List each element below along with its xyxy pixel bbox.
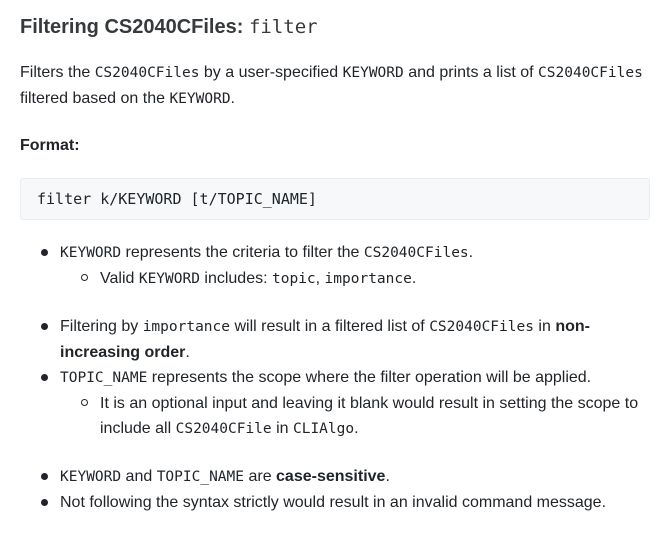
desc-text: and prints a list of <box>403 64 539 81</box>
sub-list-item: Valid KEYWORD includes: topic, importanc… <box>81 266 650 292</box>
item-text: Not following the syntax strictly would … <box>60 494 607 511</box>
item-text: will result in a filtered list of <box>230 318 430 335</box>
sub-list: It is an optional input and leaving it b… <box>60 391 650 442</box>
desc-code: CS2040CFiles <box>94 65 200 81</box>
desc-text: filtered based on the <box>20 90 170 107</box>
inline-code: CS2040CFile <box>175 421 272 437</box>
item-text: . <box>385 468 390 485</box>
section-heading: Filtering CS2040CFiles: filter <box>20 0 650 40</box>
list-item: Filtering by importance will result in a… <box>41 314 650 365</box>
inline-code: CLIAlgo <box>292 421 355 437</box>
bold-text: case-sensitive <box>276 468 386 485</box>
list-item: KEYWORD represents the criteria to filte… <box>41 240 650 292</box>
format-code-block: filter k/KEYWORD [t/TOPIC_NAME] <box>20 178 650 220</box>
item-text: . <box>411 270 417 287</box>
inline-code: topic <box>272 271 316 287</box>
inline-code: KEYWORD <box>138 271 200 287</box>
inline-code: TOPIC_NAME <box>60 370 148 386</box>
desc-code: CS2040CFiles <box>538 65 643 81</box>
inline-code: TOPIC_NAME <box>156 469 245 485</box>
item-text: are <box>244 468 277 485</box>
desc-text: by a user-specified <box>199 64 343 81</box>
inline-code: KEYWORD <box>60 245 122 261</box>
item-text: in <box>271 420 293 437</box>
format-code: filter k/KEYWORD [t/TOPIC_NAME] <box>37 190 317 208</box>
heading-text: Filtering CS2040CFiles: <box>20 16 249 38</box>
item-text: . <box>354 420 359 437</box>
item-text: and <box>121 468 157 485</box>
item-text: represents the criteria to filter the <box>121 244 364 261</box>
desc-text: Filters the <box>20 64 95 81</box>
document-page: Filtering CS2040CFiles: filter Filters t… <box>0 0 670 515</box>
inline-code: KEYWORD <box>60 469 122 485</box>
item-text: , <box>315 270 325 287</box>
description-paragraph: Filters the CS2040CFiles by a user-speci… <box>20 60 650 112</box>
item-text: includes: <box>199 270 272 287</box>
desc-text: . <box>230 90 235 107</box>
item-text: . <box>468 244 474 261</box>
inline-code: importance <box>142 319 231 335</box>
notes-list: KEYWORD represents the criteria to filte… <box>20 240 650 515</box>
sub-list-item: It is an optional input and leaving it b… <box>81 391 650 442</box>
heading-command: filter <box>248 16 318 38</box>
inline-code: CS2040CFiles <box>363 245 469 261</box>
desc-code: KEYWORD <box>169 91 231 107</box>
format-heading: Format: <box>20 137 80 154</box>
item-text: Filtering by <box>60 318 143 335</box>
inline-code: CS2040CFiles <box>429 319 534 335</box>
item-text: Valid <box>100 270 139 287</box>
sub-list: Valid KEYWORD includes: topic, importanc… <box>60 266 650 292</box>
item-text: . <box>185 344 190 361</box>
list-item: TOPIC_NAME represents the scope where th… <box>41 365 650 442</box>
inline-code: importance <box>324 271 412 287</box>
item-text: represents the scope where the filter op… <box>147 369 592 386</box>
desc-code: KEYWORD <box>342 65 404 81</box>
item-text: in <box>533 318 556 335</box>
list-item: KEYWORD and TOPIC_NAME are case-sensitiv… <box>41 464 650 490</box>
list-item: Not following the syntax strictly would … <box>41 490 650 515</box>
